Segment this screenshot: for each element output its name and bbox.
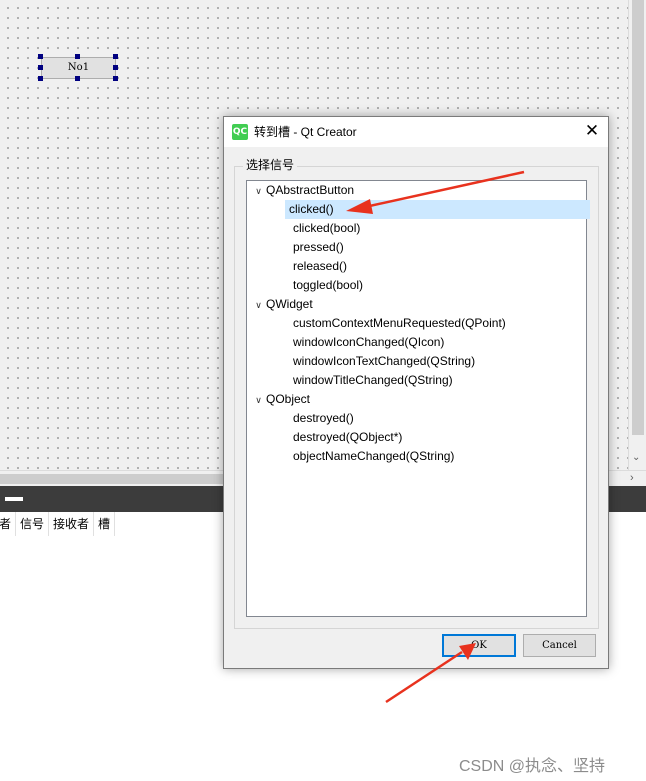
tree-item-selected[interactable]: clicked()	[285, 200, 590, 219]
tree-item[interactable]: released()	[289, 257, 351, 276]
tree-item[interactable]: destroyed()	[289, 409, 358, 428]
pushbutton-widget[interactable]: No1	[38, 54, 118, 81]
category-label: QWidget	[266, 297, 313, 311]
close-icon[interactable]: ✕	[577, 117, 607, 147]
tree-category[interactable]: ∨ QWidget	[251, 295, 313, 315]
watermark-text: CSDN @执念、坚持	[459, 758, 606, 775]
category-label: QAbstractButton	[266, 183, 355, 197]
scrollbar-thumb[interactable]	[632, 0, 644, 435]
go-to-slot-dialog: QC 转到槽 - Qt Creator ✕ 选择信号 ∨ QAbstractBut…	[223, 116, 609, 669]
resize-handle-top-left[interactable]	[38, 54, 43, 59]
cancel-button[interactable]: Cancel	[523, 634, 596, 657]
tree-item[interactable]: destroyed(QObject*)	[289, 428, 406, 447]
category-label: QObject	[266, 392, 311, 406]
tree-item[interactable]: clicked(bool)	[289, 219, 364, 238]
tree-item[interactable]: customContextMenuRequested(QPoint)	[289, 314, 510, 333]
groupbox-title: 选择信号	[243, 157, 298, 173]
chevron-down-icon[interactable]: ∨	[251, 391, 266, 410]
column-header-receiver[interactable]: 接收者	[49, 512, 95, 536]
tree-item[interactable]: windowTitleChanged(QString)	[289, 371, 457, 390]
ok-button[interactable]: OK	[442, 634, 516, 657]
dock-grip-icon[interactable]	[5, 497, 23, 501]
dialog-title: 转到槽 - Qt Creator	[254, 125, 357, 139]
tree-category[interactable]: ∨ QObject	[251, 390, 310, 409]
chevron-down-icon[interactable]: ∨	[251, 182, 266, 201]
column-header-sender[interactable]: 者	[0, 512, 17, 536]
signal-slot-editor-header: 者 信号 接收者 槽	[0, 512, 116, 536]
scroll-right-icon[interactable]: ›	[630, 472, 634, 484]
resize-handle-bottom-left[interactable]	[38, 76, 43, 81]
resize-handle-right[interactable]	[113, 65, 118, 70]
tree-item[interactable]: windowIconChanged(QIcon)	[289, 333, 448, 352]
resize-handle-bottom[interactable]	[75, 76, 80, 81]
signal-tree[interactable]: ∨ QAbstractButton clicked() clicked(bool)…	[246, 180, 590, 617]
tree-category[interactable]: ∨ QAbstractButton	[251, 181, 354, 200]
tree-item[interactable]: windowIconTextChanged(QString)	[289, 352, 479, 371]
tree-item[interactable]: pressed()	[289, 238, 348, 257]
tree-item[interactable]: objectNameChanged(QString)	[289, 447, 458, 466]
scroll-down-icon[interactable]: ⌄	[632, 452, 640, 463]
vertical-scrollbar[interactable]: ⌄	[628, 0, 646, 470]
chevron-down-icon[interactable]: ∨	[251, 296, 266, 315]
resize-handle-bottom-right[interactable]	[113, 76, 118, 81]
tree-item[interactable]: toggled(bool)	[289, 276, 367, 295]
qt-creator-logo-icon: QC	[232, 124, 248, 140]
resize-handle-left[interactable]	[38, 65, 43, 70]
resize-handle-top-right[interactable]	[113, 54, 118, 59]
resize-handle-top[interactable]	[75, 54, 80, 59]
column-header-signal[interactable]: 信号	[16, 512, 50, 536]
dialog-title-bar[interactable]: QC 转到槽 - Qt Creator ✕	[224, 117, 608, 147]
column-header-slot[interactable]: 槽	[94, 512, 116, 536]
